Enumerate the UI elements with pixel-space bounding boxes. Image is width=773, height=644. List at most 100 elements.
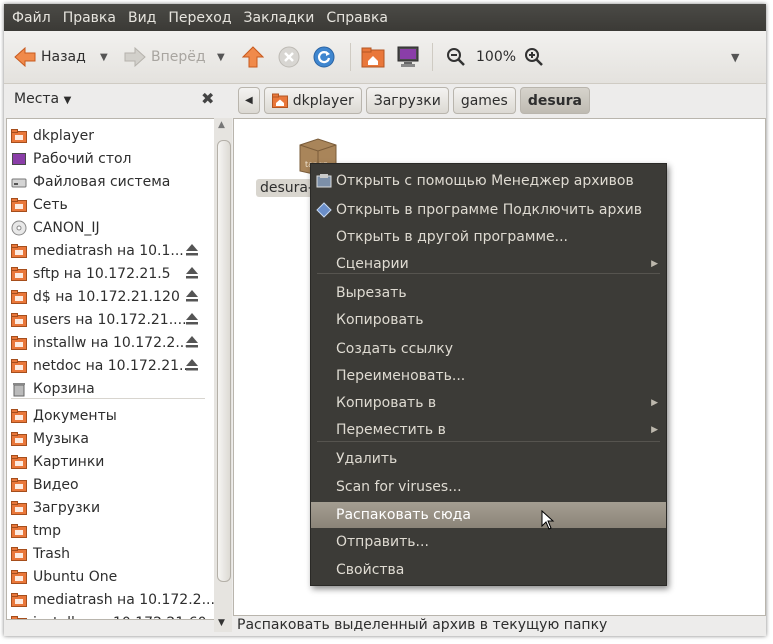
- zoom-in-button[interactable]: [524, 42, 544, 72]
- copy-item[interactable]: Копировать: [311, 307, 666, 333]
- sidebar-item[interactable]: Картинки: [7, 450, 215, 473]
- sidebar-item[interactable]: Рабочий стол: [7, 147, 215, 170]
- submenu-arrow-icon: ▶: [651, 425, 658, 435]
- toolbar: Назад ▼ Вперёд ▼ 100% ▼: [4, 31, 766, 84]
- menu-view[interactable]: Вид: [122, 10, 162, 26]
- extract-here-item[interactable]: Распаковать сюда: [311, 502, 666, 528]
- sidebar-scroll-thumb[interactable]: [217, 140, 231, 582]
- eject-icon[interactable]: [185, 243, 199, 261]
- sidebar-item[interactable]: Сеть: [7, 193, 215, 216]
- send-to-item[interactable]: Отправить...: [311, 529, 666, 555]
- sidebar-item[interactable]: Загрузки: [7, 496, 215, 519]
- sidebar-item[interactable]: sftp на 10.172.21.5: [7, 262, 215, 285]
- sidebar-item[interactable]: dkplayer: [7, 124, 215, 147]
- places-title[interactable]: Места ▼: [14, 91, 71, 107]
- eject-icon[interactable]: [185, 312, 199, 330]
- zoom-out-button[interactable]: [446, 42, 466, 72]
- trash-icon: [11, 381, 27, 397]
- properties-item[interactable]: Свойства: [311, 557, 666, 583]
- toolbar-separator: [350, 43, 351, 71]
- breadcrumb-games[interactable]: games: [452, 87, 516, 114]
- scroll-up-arrow-icon[interactable]: ▲: [218, 120, 225, 130]
- sidebar-item[interactable]: Trash: [7, 542, 215, 565]
- sidebar-item[interactable]: netdoc на 10.172.21...: [7, 354, 215, 377]
- menu-edit[interactable]: Правка: [57, 10, 122, 26]
- context-menu-separator: [317, 441, 660, 442]
- rename-item[interactable]: Переименовать...: [311, 363, 666, 389]
- stop-button[interactable]: [278, 42, 300, 72]
- sidebar-item[interactable]: Документы: [7, 404, 215, 427]
- sidebar-item[interactable]: users на 10.172.21....: [7, 308, 215, 331]
- home-folder-icon: [271, 93, 288, 108]
- sidebar-item-label: Файловая система: [33, 173, 171, 190]
- make-link-item[interactable]: Создать ссылку: [311, 336, 666, 362]
- sidebar-item[interactable]: CANON_IJ: [7, 216, 215, 239]
- archive-manager-icon: [316, 173, 332, 193]
- computer-button[interactable]: [396, 42, 420, 72]
- close-sidebar-icon[interactable]: ✖: [201, 89, 214, 108]
- network-share-icon: [11, 335, 27, 351]
- forward-history-dropdown[interactable]: ▼: [217, 42, 225, 72]
- sidebar-item[interactable]: mediatrash на 10.1...: [7, 239, 215, 262]
- folder-icon: [11, 523, 27, 539]
- copy-to-submenu[interactable]: Копировать в ▶: [311, 390, 666, 416]
- eject-icon[interactable]: [185, 266, 199, 284]
- home-folder-icon: [11, 128, 27, 144]
- context-menu-label: Scan for viruses...: [336, 479, 462, 495]
- menu-bookmarks[interactable]: Закладки: [238, 10, 321, 26]
- sidebar-item[interactable]: Ubuntu One: [7, 565, 215, 588]
- sidebar-item[interactable]: Файловая система: [7, 170, 215, 193]
- open-with-mount-archive[interactable]: Открыть в программе Подключить архив: [311, 197, 666, 223]
- up-button[interactable]: [242, 42, 264, 72]
- menu-help[interactable]: Справка: [320, 10, 394, 26]
- context-menu-label: Отправить...: [336, 534, 429, 550]
- move-to-submenu[interactable]: Переместить в ▶: [311, 417, 666, 443]
- sidebar-item[interactable]: installw на 10.172.21.60: [7, 611, 215, 619]
- cut-item[interactable]: Вырезать: [311, 280, 666, 306]
- eject-icon[interactable]: [185, 335, 199, 353]
- scroll-down-arrow-icon[interactable]: ▼: [218, 618, 225, 628]
- submenu-arrow-icon: ▶: [651, 259, 658, 269]
- toolbar-overflow-dropdown[interactable]: ▼: [731, 42, 739, 72]
- mouse-cursor-icon: [541, 510, 555, 530]
- sidebar-item[interactable]: Корзина: [7, 377, 215, 400]
- home-button[interactable]: [361, 42, 385, 72]
- network-share-icon: [11, 615, 27, 619]
- forward-button[interactable]: Вперёд: [124, 42, 206, 72]
- sidebar-item-label: Trash: [33, 545, 70, 562]
- sidebar-item[interactable]: tmp: [7, 519, 215, 542]
- folder-icon: [11, 569, 27, 585]
- eject-icon[interactable]: [185, 289, 199, 307]
- sidebar-item[interactable]: mediatrash на 10.172.2...: [7, 588, 215, 611]
- sidebar-item-label: CANON_IJ: [33, 219, 100, 236]
- sidebar-item-label: Рабочий стол: [33, 150, 132, 167]
- sidebar-item-label: Сеть: [33, 196, 68, 213]
- breadcrumb-left-arrow[interactable]: ◀: [238, 87, 260, 114]
- menu-go[interactable]: Переход: [162, 10, 237, 26]
- zoom-level[interactable]: 100%: [476, 42, 516, 72]
- breadcrumb-desura[interactable]: desura: [519, 87, 590, 114]
- eject-icon[interactable]: [185, 358, 199, 376]
- context-menu-label: Сценарии: [336, 256, 409, 272]
- open-with-archive-manager[interactable]: Открыть с помощью Менеджер архивов: [311, 168, 666, 194]
- scan-for-viruses-item[interactable]: Scan for viruses...: [311, 474, 666, 500]
- sidebar-item-label: netdoc на 10.172.21...: [33, 357, 193, 374]
- breadcrumb-downloads[interactable]: Загрузки: [365, 87, 449, 114]
- sidebar-item-label: Картинки: [33, 453, 105, 470]
- menu-file[interactable]: Файл: [4, 10, 57, 26]
- reload-button[interactable]: [313, 42, 335, 72]
- back-history-dropdown[interactable]: ▼: [100, 42, 108, 72]
- sidebar-item[interactable]: Музыка: [7, 427, 215, 450]
- back-button[interactable]: Назад: [14, 42, 86, 72]
- open-with-other[interactable]: Открыть в другой программе...: [311, 224, 666, 250]
- mount-archive-icon: [316, 202, 332, 222]
- sidebar-item[interactable]: Видео: [7, 473, 215, 496]
- context-menu-label: Создать ссылку: [336, 341, 454, 357]
- sidebar-item[interactable]: installw на 10.172.2...: [7, 331, 215, 354]
- sidebar-item-label: mediatrash на 10.1...: [33, 242, 184, 259]
- zoom-out-icon: [447, 48, 465, 66]
- breadcrumb-home[interactable]: dkplayer: [263, 87, 362, 114]
- delete-item[interactable]: Удалить: [311, 446, 666, 472]
- sidebar-item[interactable]: d$ на 10.172.21.120: [7, 285, 215, 308]
- sidebar-scrollbar[interactable]: ▲ ▼: [214, 118, 232, 632]
